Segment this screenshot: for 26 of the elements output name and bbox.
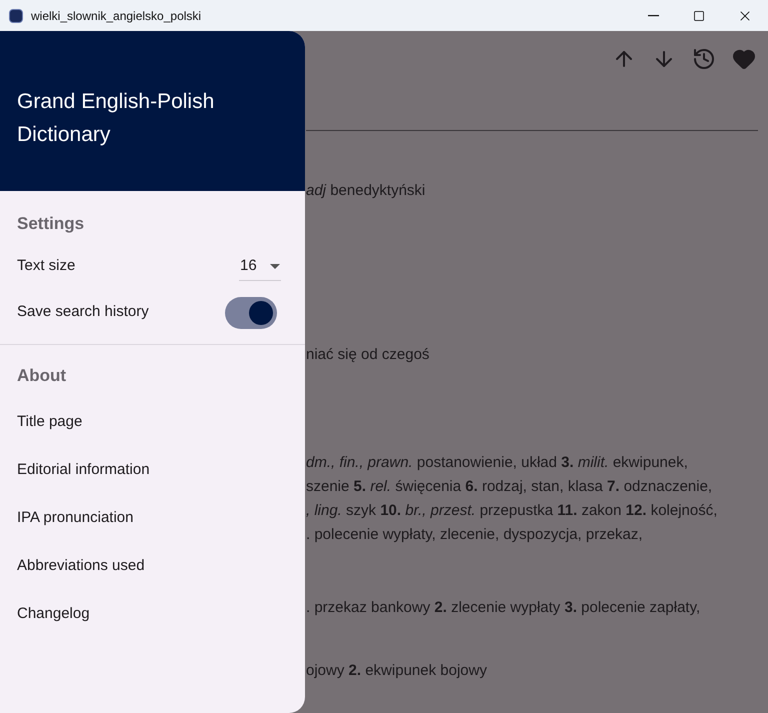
entry-text: , ling. szyk 10. br., przest. przepustka 11. zakon 12. kolejność, (306, 501, 718, 521)
drawer-menu-item[interactable]: Title page (0, 398, 305, 446)
text-size-dropdown[interactable]: 16 (239, 252, 281, 280)
entry-text: . polecenie wypłaty, zlecenie, dyspozycja, przekaz, (306, 525, 644, 545)
caret-icon (270, 264, 280, 268)
section-heading: About (16, 364, 68, 386)
section-heading: Settings (16, 213, 86, 235)
app-icon (9, 8, 23, 22)
entry-text: adj benedyktyński (306, 181, 426, 201)
drawer-title: Grand English-Polish Dictionary (17, 89, 216, 148)
entry-text: szenie 5. rel. święcenia 6. rodzaj, stan, klasa 7. odznaczenie, (306, 477, 714, 497)
setting-label: Text size (17, 256, 76, 276)
window-title: wielki_slownik_angielsko_polski (31, 8, 202, 24)
entry-text: niać się od czegoś (306, 345, 430, 365)
entry-text: dm., fin., prawn. postanowienie, układ 3. milit. ekwipunek, (306, 453, 689, 473)
heart-button[interactable] (732, 47, 758, 71)
maximize-icon (693, 10, 705, 22)
drawer-menu-item[interactable]: Abbreviations used (0, 542, 305, 590)
setting-label: Save search history (17, 302, 149, 322)
entry-text: ojowy 2. ekwipunek bojowy (306, 661, 488, 681)
drawer-menu-item[interactable]: Changelog (0, 590, 305, 638)
history-toggle[interactable] (225, 296, 277, 328)
drawer-menu-item[interactable]: Editorial information (0, 446, 305, 494)
entry-text: . przekaz bankowy 2. zlecenie wypłaty 3. polecenie zapłaty, (306, 598, 702, 618)
minimize-icon (648, 14, 658, 16)
drawer-menu-item[interactable]: IPA pronunciation (0, 494, 305, 542)
